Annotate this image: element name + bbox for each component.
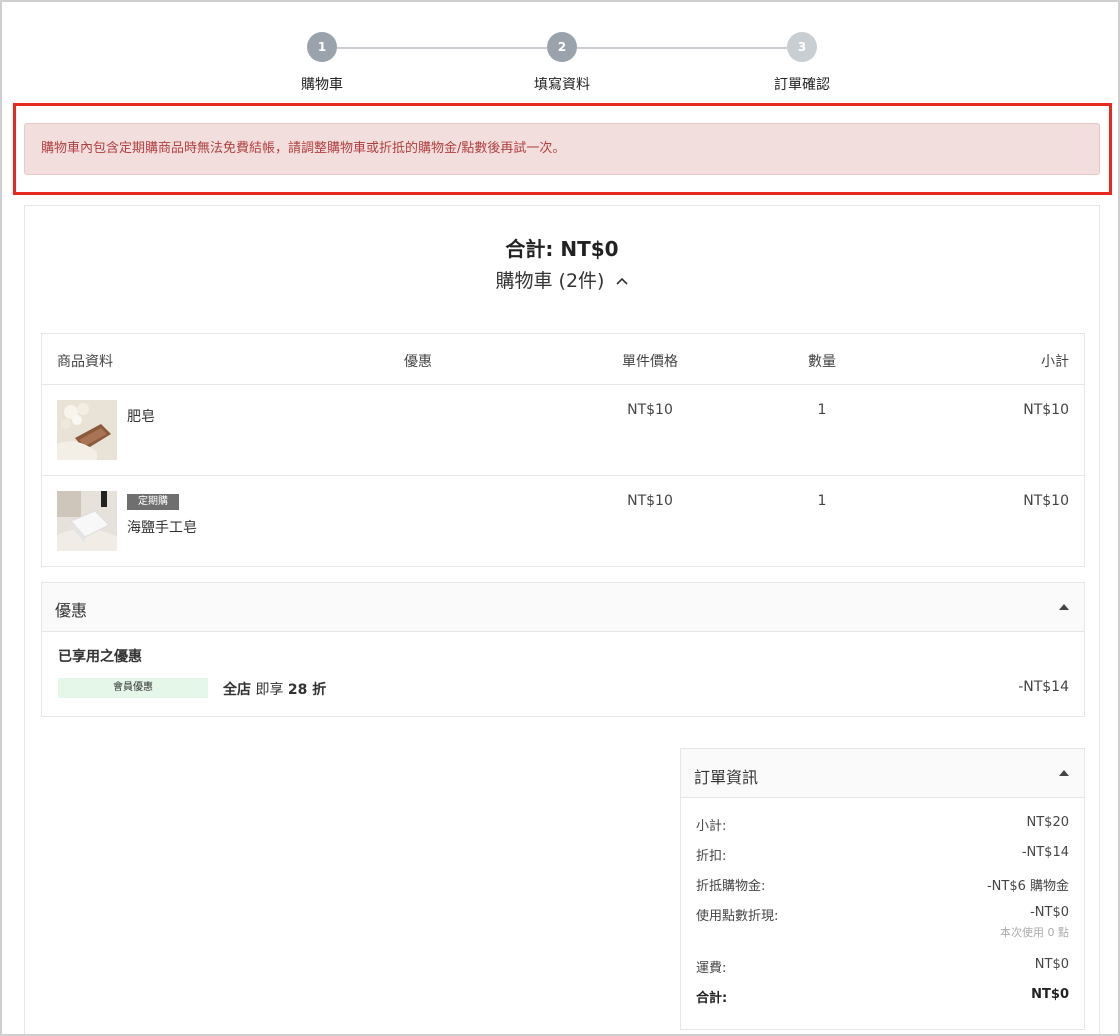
subtotal: NT$10 [1023,402,1069,418]
subtotal-label: 小計: [696,819,727,834]
unit-price: NT$10 [627,402,673,418]
points-label: 使用點數折現: [696,909,779,924]
member-discount-badge: 會員優惠 [58,678,208,698]
step-confirm: 3 訂單確認 [722,32,882,94]
applied-promotions-title: 已享用之優惠 [58,649,142,665]
step-number: 2 [547,32,577,62]
promotion-scope: 全店 [223,682,251,698]
total-value: NT$0 [1031,987,1069,1002]
promotion-amount: -NT$14 [1018,679,1069,695]
unit-price: NT$10 [627,493,673,509]
product-thumbnail-soap[interactable] [57,400,117,460]
store-credit-label: 折抵購物金: [696,879,766,894]
header-product-info: 商品資料 [57,354,113,370]
header-discount: 優惠 [404,354,432,370]
cart-items-table: 商品資料 優惠 單件價格 數量 小計 肥皂 NT$10 1 NT$10 定期購 … [41,333,1085,567]
table-row: 肥皂 NT$10 1 NT$10 [42,385,1084,476]
step-label: 填寫資料 [534,77,590,93]
checkout-page: 1 購物車 2 填寫資料 3 訂單確認 購物車內包含定期購商品時無法免費結帳，請… [0,0,1120,1036]
promotion-connector: 即享 [251,682,288,698]
step-number: 3 [787,32,817,62]
error-alert: 購物車內包含定期購商品時無法免費結帳，請調整購物車或折抵的購物金/點數後再試一次… [24,123,1100,175]
step-label: 訂單確認 [774,77,830,93]
chevron-up-icon [616,273,629,289]
collapse-triangle-icon [1059,604,1069,610]
total-label: 合計: [696,991,728,1006]
points-value: -NT$0 [1030,905,1069,920]
shipping-label: 運費: [696,961,727,976]
quantity: 1 [817,402,827,418]
product-name[interactable]: 肥皂 [127,406,155,426]
collapse-triangle-icon [1059,770,1069,776]
points-used-note: 本次使用 0 點 [1000,926,1069,939]
shipping-value: NT$0 [1034,957,1069,972]
quantity: 1 [817,493,827,509]
product-thumbnail-sea-salt-soap[interactable] [57,491,117,551]
step-label: 購物車 [301,77,343,93]
promotion-description: 全店 即享 28 折 [223,679,326,699]
promotion-value: 28 折 [287,682,327,698]
order-info-section: 訂單資訊 小計: NT$20 折扣: -NT$14 折抵購物金: -NT$6 購… [680,748,1085,1030]
cart-panel: 合計: NT$0 購物車 (2件) 商品資料 優惠 單件價格 數量 小計 肥皂 … [24,205,1100,1034]
step-fill-info[interactable]: 2 填寫資料 [482,32,642,94]
order-info-title: 訂單資訊 [694,768,759,787]
header-quantity: 數量 [808,354,836,370]
order-info-header[interactable]: 訂單資訊 [681,749,1084,798]
promotions-header[interactable]: 優惠 [42,583,1084,632]
promotions-title: 優惠 [55,601,88,620]
cart-count-label: 購物車 (2件) [495,270,605,292]
subtotal-value: NT$20 [1026,815,1069,830]
cart-toggle[interactable]: 購物車 (2件) [25,266,1099,293]
header-unit-price: 單件價格 [622,354,678,370]
cart-total-heading: 合計: NT$0 [505,237,619,261]
discount-label: 折扣: [696,849,727,864]
store-credit-value: -NT$6 購物金 [986,879,1069,894]
header-subtotal: 小計 [1041,354,1069,370]
subtotal: NT$10 [1023,493,1069,509]
product-name[interactable]: 海鹽手工皂 [127,517,197,537]
table-row: 定期購 海鹽手工皂 NT$10 1 NT$10 [42,476,1084,567]
step-cart[interactable]: 1 購物車 [242,32,402,94]
promotions-section: 優惠 已享用之優惠 會員優惠 全店 即享 28 折 -NT$14 [41,582,1085,717]
subscription-tag: 定期購 [127,494,179,510]
discount-value: -NT$14 [1021,845,1069,860]
checkout-stepper: 1 購物車 2 填寫資料 3 訂單確認 [2,32,1118,96]
table-header: 商品資料 優惠 單件價格 數量 小計 [42,334,1084,385]
step-number: 1 [307,32,337,62]
